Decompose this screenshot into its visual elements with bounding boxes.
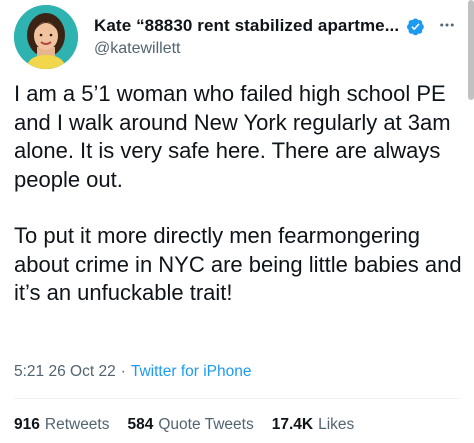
- tweet-card: Kate “88830 rent stabilized apartme... @…: [0, 0, 474, 443]
- likes-label: Likes: [318, 416, 355, 433]
- scrollbar[interactable]: [468, 0, 474, 100]
- tweet-paragraph: I am a 5’1 woman who failed high school …: [14, 81, 451, 192]
- verified-badge-icon: [406, 17, 425, 36]
- more-options-icon[interactable]: [434, 12, 460, 38]
- tweet-meta: 5:21 26 Oct 22 · Twitter for iPhone: [14, 363, 251, 381]
- likes-stat[interactable]: 17.4K Likes: [272, 416, 355, 434]
- quote-tweets-stat[interactable]: 584 Quote Tweets: [128, 416, 254, 434]
- retweets-label: Retweets: [44, 416, 110, 433]
- tweet-stats: 916 Retweets 584 Quote Tweets 17.4K Like…: [14, 416, 372, 434]
- author-name-row[interactable]: Kate “88830 rent stabilized apartme...: [94, 14, 425, 38]
- profile-photo: [14, 5, 78, 69]
- author-handle[interactable]: @katewillett: [94, 40, 181, 58]
- likes-count: 17.4K: [271, 416, 314, 433]
- quote-tweets-count: 584: [127, 416, 154, 433]
- divider: [14, 398, 460, 399]
- avatar[interactable]: [14, 5, 78, 69]
- tweet-date[interactable]: 26 Oct 22: [48, 363, 115, 381]
- quote-tweets-label: Quote Tweets: [158, 416, 254, 433]
- tweet-time[interactable]: 5:21: [14, 363, 44, 381]
- tweet-text: I am a 5’1 woman who failed high school …: [14, 80, 466, 308]
- tweet-paragraph: To put it more directly men fearmongerin…: [14, 223, 462, 305]
- author-display-name[interactable]: Kate “88830 rent stabilized apartme...: [94, 16, 399, 36]
- retweets-stat[interactable]: 916 Retweets: [14, 416, 110, 434]
- tweet-source-link[interactable]: Twitter for iPhone: [131, 363, 252, 381]
- retweets-count: 916: [14, 416, 40, 433]
- meta-separator: ·: [120, 363, 126, 380]
